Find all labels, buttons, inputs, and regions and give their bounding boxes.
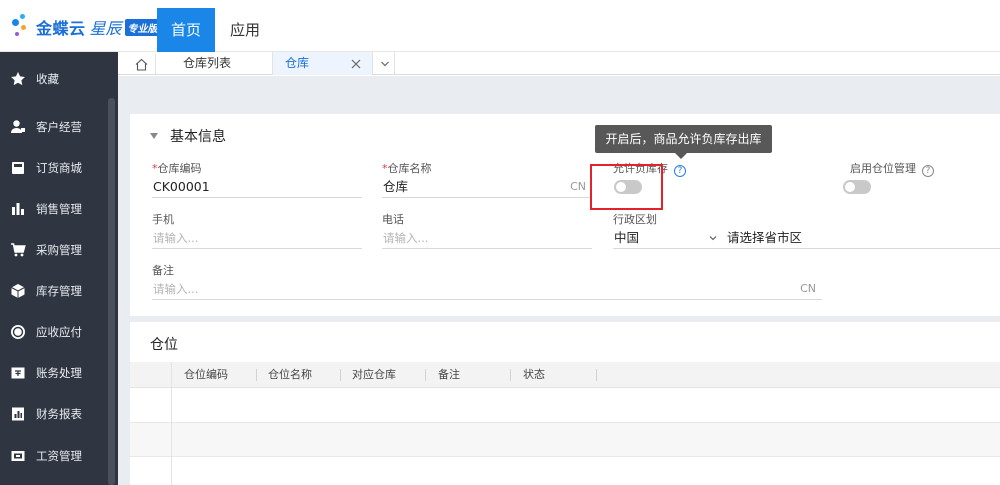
column-header[interactable]: 状态 xyxy=(523,362,545,388)
mobile-field: 手机 请输入... xyxy=(152,213,362,249)
language-suffix[interactable]: CN xyxy=(570,176,586,198)
tab-more-button[interactable] xyxy=(375,52,395,75)
collapse-triangle-icon xyxy=(150,133,158,139)
customer-icon xyxy=(0,119,36,135)
remark-field: 备注 请输入... CN xyxy=(152,264,822,300)
chart-bars-icon xyxy=(0,201,36,217)
page-tab-bar: 仓库列表 仓库 xyxy=(118,52,1000,75)
allow-negative-stock-tooltip: 开启后，商品允许负库存出库 xyxy=(595,125,772,159)
warehouse-code-field: *仓库编码 CK00001 xyxy=(152,162,362,198)
sidebar-item-label: 采购管理 xyxy=(36,242,82,257)
sidebar-item-label: 客户经营 xyxy=(36,119,82,134)
chevron-down-icon xyxy=(380,61,389,66)
table-row[interactable] xyxy=(130,423,1000,457)
telephone-field: 电话 请输入... xyxy=(382,213,592,249)
basic-info-card: 基本信息 *仓库编码 CK00001 *仓库名称 仓库 CN 允许负库存? 启用… xyxy=(130,114,1000,316)
sidebar-item-customer[interactable]: 客户经营 xyxy=(0,106,106,147)
region-field: 行政区划 中国 请选择省市区 xyxy=(613,213,1000,249)
sidebar-item-receivables[interactable]: 应收应付 xyxy=(0,311,106,352)
remark-input[interactable]: 请输入... CN xyxy=(152,278,822,300)
sidebar-item-label: 收藏 xyxy=(36,71,59,86)
sidebar-item-store[interactable]: 订货商城 xyxy=(0,147,106,188)
top-bar: 金蝶云 星辰 专业版 首页 应用 xyxy=(0,0,1000,52)
sidebar-item-label: 库存管理 xyxy=(36,283,82,298)
sidebar-item-label: 工资管理 xyxy=(36,448,82,463)
home-tab-button[interactable] xyxy=(128,54,156,74)
field-label: 行政区划 xyxy=(613,213,657,226)
sidebar-item-label: 销售管理 xyxy=(36,201,82,216)
app-logo[interactable]: 金蝶云 星辰 专业版 xyxy=(10,12,161,42)
region-input: 中国 请选择省市区 xyxy=(613,227,1000,249)
sidebar-item-accounting[interactable]: 账务处理 xyxy=(0,352,106,393)
sidebar-item-label: 财务报表 xyxy=(36,406,82,421)
coin-icon xyxy=(0,324,36,340)
voucher-icon xyxy=(0,365,36,381)
column-header[interactable]: 对应仓库 xyxy=(352,362,396,388)
location-grid-header: 仓位编码 仓位名称 对应仓库 备注 状态 xyxy=(130,362,1000,388)
sidebar-item-payroll[interactable]: 工资管理 xyxy=(0,435,106,476)
field-label: 电话 xyxy=(382,213,404,226)
highlight-box xyxy=(590,164,663,210)
store-icon xyxy=(0,160,36,176)
close-icon[interactable] xyxy=(350,58,362,70)
enable-location-field: 启用仓位管理? xyxy=(850,162,1000,177)
sidebar-item-favorites[interactable]: 收藏 xyxy=(0,58,106,99)
sidebar-scrollbar[interactable] xyxy=(108,98,115,485)
logo-text: 金蝶云 xyxy=(36,19,86,38)
help-icon[interactable]: ? xyxy=(922,165,934,177)
section-title: 基本信息 xyxy=(170,129,226,145)
top-tab-apps[interactable]: 应用 xyxy=(220,8,270,52)
warehouse-name-field: *仓库名称 仓库 CN xyxy=(382,162,592,198)
column-header[interactable]: 仓位名称 xyxy=(268,362,312,388)
mobile-input[interactable]: 请输入... xyxy=(152,227,362,249)
sidebar-item-reports[interactable]: 财务报表 xyxy=(0,393,106,434)
sidebar-item-purchase[interactable]: 采购管理 xyxy=(0,229,106,270)
location-card: 仓位 仓位编码 仓位名称 对应仓库 备注 状态 xyxy=(130,322,1000,485)
sidebar: 收藏 客户经营 订货商城 销售管理 采购管理 库存管理 应收应付 账务处理 财务… xyxy=(0,52,118,485)
field-label: 启用仓位管理 xyxy=(850,162,916,175)
field-label: 备注 xyxy=(152,264,174,277)
cart-icon xyxy=(0,242,36,258)
location-title: 仓位 xyxy=(150,337,178,353)
language-suffix[interactable]: CN xyxy=(800,278,816,300)
wallet-icon xyxy=(0,448,36,464)
tab-warehouse-list[interactable]: 仓库列表 xyxy=(163,52,273,75)
warehouse-name-input[interactable]: 仓库 CN xyxy=(382,176,592,198)
remark-placeholder: 请输入... xyxy=(153,282,199,296)
column-header[interactable]: 仓位编码 xyxy=(184,362,228,388)
field-label: 仓库编码 xyxy=(157,162,202,175)
telephone-input[interactable]: 请输入... xyxy=(382,227,592,249)
home-icon xyxy=(135,58,148,71)
sidebar-item-label: 订货商城 xyxy=(36,160,82,175)
table-row[interactable] xyxy=(130,389,1000,423)
content-area: 基本信息 *仓库编码 CK00001 *仓库名称 仓库 CN 允许负库存? 启用… xyxy=(118,76,1000,485)
edition-badge: 专业版 xyxy=(124,18,161,36)
basic-info-header[interactable]: 基本信息 xyxy=(150,126,226,146)
warehouse-code-input[interactable]: CK00001 xyxy=(152,176,362,198)
chevron-down-icon[interactable] xyxy=(709,234,717,242)
column-header[interactable]: 备注 xyxy=(438,362,460,388)
province-select[interactable]: 请选择省市区 xyxy=(727,227,802,249)
country-select[interactable]: 中国 xyxy=(614,227,709,249)
sidebar-item-label: 账务处理 xyxy=(36,365,82,380)
field-label: 仓库名称 xyxy=(387,162,432,175)
enable-location-toggle[interactable] xyxy=(843,180,871,194)
sidebar-item-sales[interactable]: 销售管理 xyxy=(0,188,106,229)
sidebar-item-label: 应收应付 xyxy=(36,324,82,339)
field-label: 手机 xyxy=(152,213,174,226)
warehouse-name-value: 仓库 xyxy=(383,179,409,194)
sidebar-item-inventory[interactable]: 库存管理 xyxy=(0,270,106,311)
help-icon[interactable]: ? xyxy=(674,165,686,177)
box-icon xyxy=(0,283,36,299)
row-number-column-divider xyxy=(171,362,172,485)
top-tab-home[interactable]: 首页 xyxy=(157,8,215,52)
star-icon xyxy=(0,71,36,87)
logo-mark-icon xyxy=(10,12,34,42)
report-icon xyxy=(0,406,36,422)
table-row[interactable] xyxy=(130,457,1000,485)
logo-subtext: 星辰 xyxy=(89,19,122,38)
